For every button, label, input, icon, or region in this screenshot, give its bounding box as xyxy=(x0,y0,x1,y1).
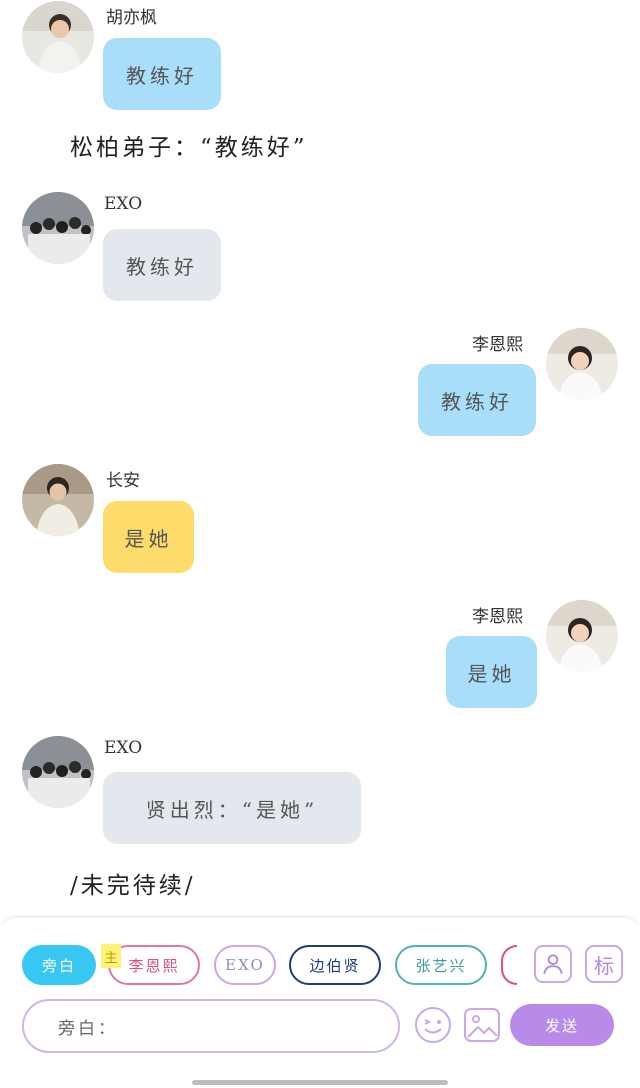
home-indicator[interactable] xyxy=(192,1080,448,1085)
chip-character[interactable]: 李恩熙 xyxy=(108,945,200,985)
avatar[interactable] xyxy=(546,328,618,400)
speaker-name: 胡亦枫 xyxy=(106,8,157,28)
avatar[interactable] xyxy=(22,464,94,536)
message-bubble[interactable]: 是她 xyxy=(103,501,194,573)
image-icon[interactable] xyxy=(462,1005,502,1045)
chip-character[interactable]: 边伯贤 xyxy=(289,945,381,985)
speaker-name: 长安 xyxy=(106,471,140,491)
message-bubble[interactable]: 贤出烈：“是她” xyxy=(103,772,361,844)
speaker-name: 李恩熙 xyxy=(472,335,523,355)
emoji-icon[interactable] xyxy=(413,1005,453,1045)
message-bubble[interactable]: 教练好 xyxy=(103,38,221,110)
narration-text: /未完待续/ xyxy=(70,873,196,899)
avatar[interactable] xyxy=(22,736,94,808)
message-input[interactable]: 旁白： xyxy=(22,999,400,1053)
chip-narrator[interactable]: 旁白 xyxy=(22,945,96,985)
speaker-name: 李恩熙 xyxy=(472,607,523,627)
message-bubble[interactable]: 教练好 xyxy=(418,364,536,436)
avatar[interactable] xyxy=(546,600,618,672)
main-tag: 主 xyxy=(101,944,121,968)
avatar[interactable] xyxy=(22,192,94,264)
speaker-name: EXO xyxy=(104,194,143,214)
avatar[interactable] xyxy=(22,1,94,73)
chip-character[interactable]: 张艺兴 xyxy=(395,945,487,985)
speaker-name: EXO xyxy=(104,738,143,758)
message-bubble[interactable]: 教练好 xyxy=(103,229,221,301)
mark-button[interactable]: 标 xyxy=(585,945,623,983)
send-button[interactable]: 发送 xyxy=(510,1004,614,1046)
person-icon[interactable] xyxy=(534,945,572,983)
chip-character[interactable]: EXO xyxy=(214,945,276,985)
narration-text: 松柏弟子：“教练好” xyxy=(70,135,308,161)
message-bubble[interactable]: 是她 xyxy=(446,636,537,708)
